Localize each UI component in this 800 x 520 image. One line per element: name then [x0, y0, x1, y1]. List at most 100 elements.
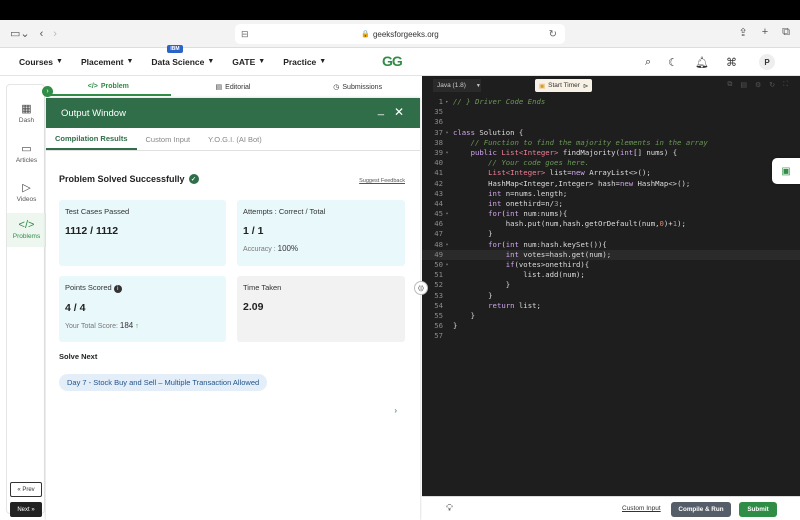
code-text: } [453, 321, 458, 331]
info-icon[interactable]: i [113, 285, 122, 293]
code-line[interactable]: 35 [422, 107, 800, 117]
line-number: 57 [434, 331, 443, 341]
rail-item-problems[interactable]: </> Problems [7, 213, 46, 247]
fold-icon[interactable]: ▾ [443, 209, 451, 219]
suggest-feedback-link[interactable]: Suggest Feedback [359, 178, 405, 184]
code-line[interactable]: 40 // Your code goes here. [422, 158, 800, 168]
copy-icon[interactable]: ⧉ [727, 81, 732, 89]
code-text: } [453, 290, 493, 300]
nav-practice[interactable]: Practice ▼ [283, 57, 326, 67]
tab-problem[interactable]: </> Problem [46, 78, 171, 96]
tests-passed-card: Test Cases Passed 1112 / 1112 [59, 200, 226, 266]
reload-icon[interactable]: ↻ [549, 29, 557, 40]
start-timer-button[interactable]: ▣ Start Timer ⊳ [535, 79, 593, 92]
tab-editorial[interactable]: ▤ Editorial [171, 78, 296, 96]
code-line[interactable]: 42 HashMap<Integer,Integer> hash=new Has… [422, 179, 800, 189]
forward-icon[interactable]: › [53, 28, 57, 40]
fold-icon[interactable]: ▸ [443, 97, 451, 107]
code-text: public List<Integer> findMajority(int[] … [470, 147, 678, 157]
code-line[interactable]: 37 ▾ class Solution { [422, 128, 800, 138]
bell-icon[interactable]: 🔔︎ [695, 56, 709, 69]
custom-input-link[interactable]: Custom Input [622, 505, 661, 512]
tabs-overview-icon[interactable]: ⧉ [782, 26, 790, 39]
fold-icon [443, 291, 451, 301]
sidebar-toggle-icon[interactable]: ▭⌄ [10, 27, 30, 40]
code-line[interactable]: 39 ▾ public List<Integer> findMajority(in… [422, 148, 800, 158]
code-line[interactable]: 36 [422, 117, 800, 127]
code-text: HashMap<Integer,Integer> hash=new HashMa… [453, 178, 691, 188]
collapse-rail-icon[interactable]: › [42, 86, 53, 97]
tab-submissions[interactable]: ◷ Submissions [295, 78, 420, 96]
code-line[interactable]: 54 return list; [422, 301, 800, 311]
back-icon[interactable]: ‹ [40, 28, 44, 40]
line-number: 45 [434, 209, 443, 219]
nav-placement[interactable]: Placement ▼ [81, 57, 133, 67]
document-icon: ▤ [215, 84, 223, 91]
settings-icon[interactable]: ⚙ [755, 81, 761, 89]
paste-icon[interactable]: ▤ [740, 81, 747, 89]
language-select[interactable]: Java (1.8) ▼ [433, 79, 481, 92]
fold-icon [443, 189, 451, 199]
code-line[interactable]: 49 int votes=hash.get(num); [422, 249, 800, 260]
fold-icon[interactable]: ▾ [443, 148, 451, 158]
code-line[interactable]: 38 // Function to find the majority elem… [422, 138, 800, 148]
prev-button[interactable]: « Prev [10, 482, 42, 497]
code-line[interactable]: 50 ▾ if(votes>onethird){ [422, 260, 800, 270]
solve-next-item[interactable]: Day 7 - Stock Buy and Sell – Multiple Tr… [59, 374, 268, 391]
dark-mode-icon[interactable]: ☾ [668, 56, 678, 69]
code-line[interactable]: 45 ▾ for(int num:nums){ [422, 209, 800, 219]
line-number: 42 [434, 178, 443, 188]
line-number: 54 [434, 300, 443, 310]
submit-button[interactable]: Submit [739, 502, 777, 517]
chevron-right-icon[interactable]: › [394, 406, 397, 415]
line-number: 41 [434, 168, 443, 178]
share-icon[interactable]: ⇪ [738, 26, 747, 39]
code-line[interactable]: 46 hash.put(num,hash.getOrDefault(num,0)… [422, 219, 800, 229]
rail-item-videos[interactable]: ▷ Videos [7, 178, 46, 208]
tab-custom-input[interactable]: Custom Input [137, 128, 200, 150]
code-line[interactable]: 43 int n=nums.length; [422, 189, 800, 199]
compile-run-button[interactable]: Compile & Run [671, 502, 731, 517]
code-line[interactable]: 53 } [422, 291, 800, 301]
rail-item-dash[interactable]: ▦ Dash [7, 99, 46, 129]
code-line[interactable]: 55 } [422, 311, 800, 321]
fold-icon[interactable]: ▾ [443, 260, 451, 270]
code-line[interactable]: 52 } [422, 280, 800, 290]
code-line[interactable]: 1 ▸// } Driver Code Ends [422, 97, 800, 107]
line-number: 40 [434, 158, 443, 168]
minimize-icon[interactable]: _ [378, 104, 384, 116]
new-tab-icon[interactable]: + [762, 26, 768, 39]
output-window-title: Output Window [61, 107, 126, 119]
chat-icon[interactable]: ▣ [772, 158, 800, 184]
nav-courses[interactable]: Courses ▼ [19, 57, 63, 67]
code-line[interactable]: 47 } [422, 229, 800, 239]
address-bar[interactable]: ⊟ 🔒 geeksforgeeks.org ↻ [235, 24, 565, 44]
resize-handle-icon[interactable]: ⟨|⟩ [414, 281, 428, 295]
fold-icon[interactable]: ▾ [443, 128, 451, 138]
code-line[interactable]: 56} [422, 321, 800, 331]
code-line[interactable]: 57 [422, 331, 800, 341]
close-icon[interactable]: ✕ [394, 105, 404, 119]
fullscreen-icon[interactable]: ⛶ [783, 81, 788, 89]
code-text: } [453, 280, 511, 290]
code-area[interactable]: 1 ▸// } Driver Code Ends 35 36 37 ▾ class Solu… [422, 97, 800, 342]
code-line[interactable]: 41 List<Integer> list=new ArrayList<>(); [422, 168, 800, 178]
code-line[interactable]: 48 ▾ for(int num:hash.keySet()){ [422, 240, 800, 250]
avatar[interactable]: P [759, 54, 775, 70]
gfg-logo[interactable]: GG [382, 53, 403, 69]
translate-icon[interactable]: ⌘ [726, 56, 737, 69]
tab-yogi-ai-bot[interactable]: Y.O.G.I. (AI Bot) [199, 128, 271, 150]
code-text: // Function to find the majority element… [470, 137, 708, 147]
tab-compilation-results[interactable]: Compilation Results [46, 128, 137, 150]
search-icon[interactable]: ⌕ [645, 56, 651, 69]
lightbulb-icon[interactable]: 💡︎ [446, 503, 453, 514]
code-line[interactable]: 51 list.add(num); [422, 270, 800, 280]
rail-item-articles[interactable]: ▭ Articles [7, 139, 46, 169]
code-line[interactable]: 44 int onethird=n/3; [422, 199, 800, 209]
next-button[interactable]: Next » [10, 502, 42, 517]
fold-icon[interactable]: ▾ [443, 240, 451, 250]
reset-icon[interactable]: ↻ [769, 81, 775, 89]
ibm-badge: IBM [167, 44, 183, 53]
nav-data-science[interactable]: IBM Data Science ▼ [151, 44, 214, 67]
nav-gate[interactable]: GATE ▼ [232, 57, 265, 67]
